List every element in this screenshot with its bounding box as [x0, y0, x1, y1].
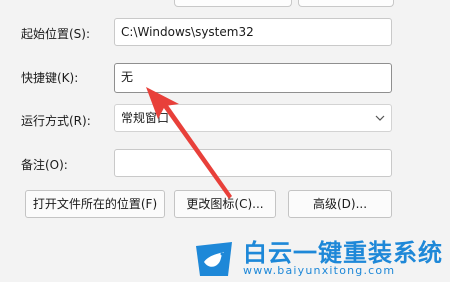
- comment-label: 备注(O):: [21, 158, 68, 172]
- start-in-value: C:\Windows\system32: [121, 25, 254, 39]
- watermark-brand: 白云一键重装系统: [243, 239, 443, 267]
- previous-button-edge: [174, 0, 292, 7]
- run-label: 运行方式(R):: [21, 114, 91, 128]
- advanced-button[interactable]: 高级(D)...: [288, 190, 392, 218]
- bird-logo-icon: [196, 242, 232, 276]
- shortcut-key-value: 无: [121, 70, 134, 84]
- previous-button-edge-2: [298, 0, 394, 7]
- start-in-label: 起始位置(S):: [21, 27, 91, 41]
- shortcut-key-label: 快捷键(K):: [21, 71, 79, 85]
- watermark-url: www.baiyunxitong.com: [243, 264, 396, 277]
- start-in-field[interactable]: C:\Windows\system32: [114, 18, 392, 46]
- chevron-down-icon: [375, 115, 385, 121]
- open-file-location-button[interactable]: 打开文件所在的位置(F): [25, 190, 165, 218]
- comment-field[interactable]: [114, 149, 392, 177]
- run-select[interactable]: 常规窗口: [114, 104, 392, 132]
- change-icon-button[interactable]: 更改图标(C)...: [174, 190, 276, 218]
- shortcut-key-field[interactable]: 无: [114, 63, 392, 93]
- run-value: 常规窗口: [121, 111, 170, 125]
